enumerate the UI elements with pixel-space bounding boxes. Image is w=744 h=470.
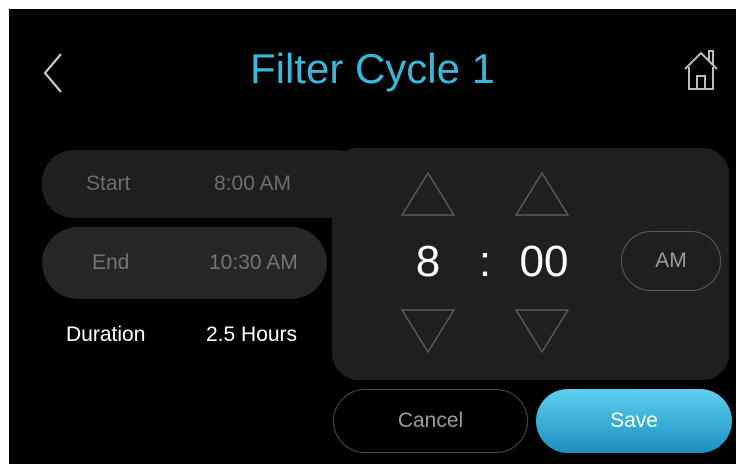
minute-down-button[interactable] [514,307,570,355]
triangle-up-icon [400,171,456,216]
am-pm-toggle[interactable]: AM [621,231,721,291]
triangle-down-icon [514,309,570,354]
home-icon [684,50,718,90]
hour-value: 8 [415,237,441,286]
start-time-row[interactable]: Start 8:00 AM [42,150,367,218]
hour-down-button[interactable] [400,307,456,355]
home-button[interactable] [681,45,721,95]
save-button[interactable]: Save [536,389,732,453]
page-title: Filter Cycle 1 [249,45,496,92]
minute-value: 00 [519,237,569,286]
triangle-up-icon [514,171,570,216]
time-separator: : [478,237,492,286]
chevron-left-icon [43,53,62,93]
end-value: 10:30 AM [209,251,298,274]
duration-label: Duration [66,323,146,346]
start-value: 8:00 AM [214,172,292,195]
duration-value: 2.5 Hours [206,323,298,346]
back-button[interactable] [35,45,75,101]
start-label: Start [86,172,131,195]
triangle-down-icon [400,309,456,354]
end-label: End [92,251,130,274]
hour-up-button[interactable] [400,170,456,218]
end-time-row[interactable]: End 10:30 AM [42,227,327,299]
minute-up-button[interactable] [514,170,570,218]
cancel-button[interactable]: Cancel [333,389,528,453]
screen: Filter Cycle 1 Start 8:00 AM End 10:30 A… [9,9,736,464]
